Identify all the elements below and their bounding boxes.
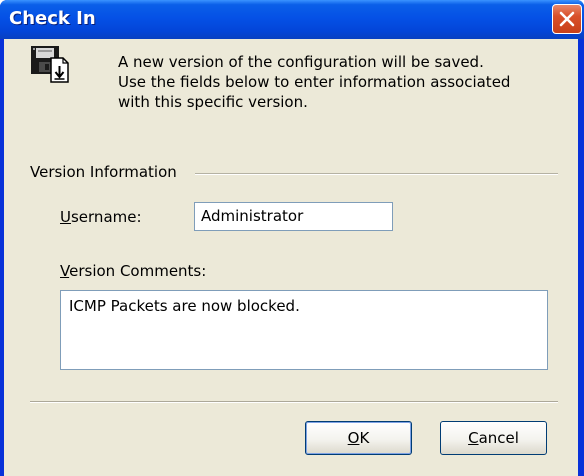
close-button[interactable] — [552, 4, 582, 34]
ok-button-text: K — [359, 429, 370, 447]
username-label-accesskey: U — [60, 208, 71, 226]
check-in-dialog: Check In A new version of the configurat… — [0, 0, 584, 476]
intro-line: Use the fields below to enter informatio… — [118, 73, 511, 91]
intro-line: A new version of the configuration will … — [118, 53, 484, 71]
button-separator — [30, 401, 558, 403]
dialog-title: Check In — [9, 8, 96, 29]
username-label-text: sername: — [70, 208, 142, 226]
cancel-button-text: ancel — [478, 429, 519, 447]
ok-button-accesskey: O — [347, 429, 360, 447]
version-comments-label-text: ersion Comments: — [69, 262, 207, 280]
username-label: Username: — [60, 208, 142, 226]
cancel-button-accesskey: C — [468, 429, 479, 447]
group-divider — [195, 173, 558, 175]
intro-text: A new version of the configuration will … — [118, 52, 558, 112]
version-comments-textarea[interactable]: ICMP Packets are now blocked. — [60, 290, 548, 370]
version-comments-label: Version Comments: — [60, 262, 206, 280]
version-information-group-label: Version Information — [30, 163, 180, 181]
cancel-button[interactable]: Cancel — [440, 421, 547, 455]
close-icon — [559, 11, 575, 27]
intro-line: with this specific version. — [118, 93, 308, 111]
ok-button[interactable]: OK — [305, 421, 412, 455]
version-comments-label-accesskey: V — [60, 262, 70, 280]
floppy-disk-checkin-icon — [30, 44, 70, 84]
username-input[interactable]: Administrator — [194, 202, 393, 231]
title-bar[interactable]: Check In — [0, 0, 584, 39]
